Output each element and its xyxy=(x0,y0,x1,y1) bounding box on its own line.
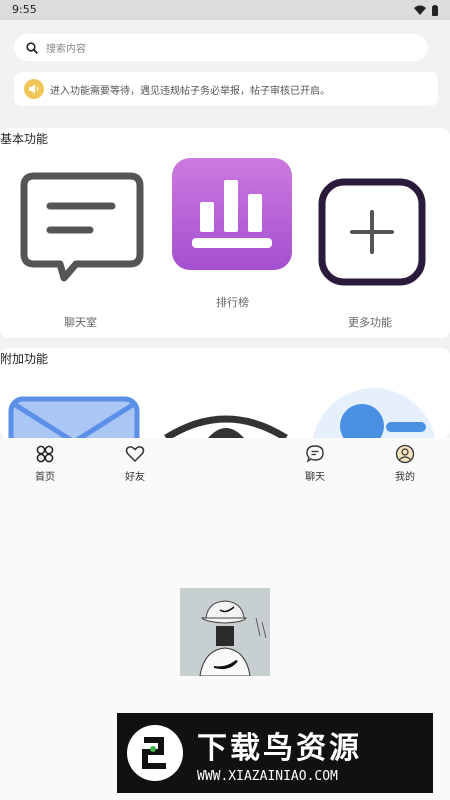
heart-icon xyxy=(125,446,145,463)
mail-icon[interactable] xyxy=(8,396,140,438)
bottom-nav: 首页 好友 聊天 我的 xyxy=(0,438,450,490)
search-input[interactable]: 搜索内容 xyxy=(14,34,428,61)
feature-chatroom[interactable]: 聊天室 xyxy=(20,172,144,332)
status-bar: 9:55 xyxy=(0,0,450,20)
ranking-icon xyxy=(172,158,292,270)
chat-bubble-icon xyxy=(306,445,324,463)
feature-ranking[interactable]: 排行榜 xyxy=(170,156,294,316)
section-title-basic: 基本功能 xyxy=(0,132,49,146)
nav-item-chat[interactable]: 聊天 xyxy=(293,444,337,483)
search-placeholder: 搜索内容 xyxy=(46,44,86,55)
nav-item-mine[interactable]: 我的 xyxy=(383,444,427,483)
bird-logo-icon xyxy=(127,725,183,781)
speaker-icon xyxy=(24,79,44,99)
nav-label-home: 首页 xyxy=(35,472,55,483)
section-title-extra: 附加功能 xyxy=(0,352,49,366)
nav-item-home[interactable]: 首页 xyxy=(23,444,67,483)
watermark-url: WWW.XIAZAINIAO.COM xyxy=(197,768,338,784)
chat-icon xyxy=(20,172,144,282)
nav-label-friends: 好友 xyxy=(125,472,145,483)
nav-label-mine: 我的 xyxy=(395,472,415,483)
extra-features-section: 附加功能 xyxy=(0,348,450,438)
feature-label-more: 更多功能 xyxy=(348,316,392,329)
status-icons xyxy=(414,4,438,16)
feature-label-chatroom: 聊天室 xyxy=(64,316,97,329)
eye-icon[interactable] xyxy=(164,414,288,438)
watermark-banner: 下载鸟资源 WWW.XIAZAINIAO.COM xyxy=(117,713,433,793)
feature-more[interactable]: 更多功能 xyxy=(318,178,426,338)
plus-icon xyxy=(318,178,426,286)
profile-icon xyxy=(395,444,415,464)
feature-label-ranking: 排行榜 xyxy=(216,296,249,309)
notice-text: 进入功能需要等待，遇见违规帖子务必举报，帖子审核已开启。 xyxy=(50,85,330,97)
home-icon xyxy=(36,445,54,463)
status-time: 9:55 xyxy=(12,3,37,16)
nav-label-chat: 聊天 xyxy=(305,472,325,483)
basic-features-section: 基本功能 聊天室 排行榜 更多功能 xyxy=(0,128,450,338)
toggle-icon[interactable] xyxy=(310,386,438,438)
wifi-icon xyxy=(414,5,426,15)
nav-item-friends[interactable]: 好友 xyxy=(113,444,157,483)
notice-bar: 进入功能需要等待，遇见违规帖子务必举报，帖子审核已开启。 xyxy=(14,72,438,106)
avatar xyxy=(180,588,270,676)
header-area: 搜索内容 进入功能需要等待，遇见违规帖子务必举报，帖子审核已开启。 xyxy=(0,20,450,130)
watermark-title: 下载鸟资源 xyxy=(197,730,362,766)
battery-icon xyxy=(432,4,438,16)
search-icon xyxy=(26,41,38,54)
